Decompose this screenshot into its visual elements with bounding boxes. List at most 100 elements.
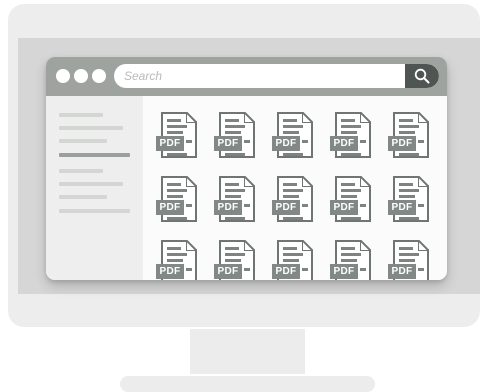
window-close-dot[interactable] [56,69,70,83]
pdf-file-icon[interactable]: PDF [156,176,200,226]
sidebar-item[interactable] [59,169,103,173]
search-input[interactable]: Search [114,64,439,88]
file-text-line [399,253,419,256]
file-text-line [167,183,181,186]
file-text-line [244,268,250,271]
file-text-line [283,189,303,192]
file-text-line [418,268,424,271]
page-fold-icon [186,112,197,123]
page-fold-icon [418,176,429,187]
file-text-line [225,183,239,186]
page-fold-icon [360,176,371,187]
page-fold-icon [360,240,371,251]
file-text-line [399,153,419,156]
file-text-line [225,153,245,156]
file-text-line [283,183,297,186]
file-text-line [283,125,303,128]
file-text-line [225,195,241,198]
window-minimize-dot[interactable] [74,69,88,83]
file-text-line [225,247,239,250]
page-fold-icon [302,240,313,251]
file-grid: PDF PDF PDF PDF PDF PDF PDF PDF PDF PDF PDF PDF PDF P… [143,96,447,280]
file-text-line [283,131,299,134]
file-text-line [399,259,415,262]
page-fold-icon [244,112,255,123]
pdf-file-icon[interactable]: PDF [330,176,374,226]
file-text-line [167,125,187,128]
file-text-line [283,153,303,156]
page-fold-icon [302,176,313,187]
file-text-line [341,195,357,198]
sidebar-item[interactable] [59,209,130,213]
pdf-file-icon[interactable]: PDF [388,240,432,280]
pdf-badge: PDF [214,264,242,279]
pdf-file-icon[interactable]: PDF [156,112,200,162]
file-text-line [341,259,357,262]
pdf-badge: PDF [330,200,358,215]
file-text-line [341,153,361,156]
sidebar-item[interactable] [59,113,103,117]
pdf-file-icon[interactable]: PDF [272,240,316,280]
sidebar-item[interactable] [59,126,123,130]
pdf-badge: PDF [272,264,300,279]
file-text-line [186,204,192,207]
file-text-line [167,259,183,262]
file-text-line [399,247,413,250]
file-text-line [167,195,183,198]
file-text-line [341,189,361,192]
file-text-line [283,247,297,250]
file-text-line [244,140,250,143]
sidebar-item-active[interactable] [59,153,130,157]
file-text-line [341,253,361,256]
pdf-file-icon[interactable]: PDF [156,240,200,280]
file-text-line [283,119,297,122]
file-text-line [167,189,187,192]
pdf-badge: PDF [272,200,300,215]
file-text-line [360,204,366,207]
page-fold-icon [302,112,313,123]
pdf-badge: PDF [214,200,242,215]
sidebar-item[interactable] [59,182,123,186]
file-text-line [225,125,245,128]
file-text-line [186,268,192,271]
file-text-line [283,259,299,262]
pdf-file-icon[interactable]: PDF [388,112,432,162]
file-text-line [302,140,308,143]
sidebar-item[interactable] [59,139,107,143]
window-maximize-dot[interactable] [92,69,106,83]
pdf-file-icon[interactable]: PDF [330,112,374,162]
pdf-badge: PDF [156,200,184,215]
file-text-line [225,131,241,134]
file-text-line [167,119,181,122]
pdf-badge: PDF [272,136,300,151]
page-fold-icon [418,240,429,251]
sidebar [46,96,143,280]
file-text-line [225,259,241,262]
file-browser-window: Search PDF PDF PDF PDF PDF PDF PDF PDF PDF PDF PDF… [46,57,447,280]
pdf-file-icon[interactable]: PDF [214,112,258,162]
file-text-line [186,140,192,143]
pdf-file-icon[interactable]: PDF [214,176,258,226]
file-text-line [341,131,357,134]
pdf-badge: PDF [214,136,242,151]
pdf-badge: PDF [156,264,184,279]
pdf-file-icon[interactable]: PDF [388,176,432,226]
pdf-badge: PDF [388,200,416,215]
magnifier-icon [414,68,430,84]
file-text-line [225,119,239,122]
pdf-file-icon[interactable]: PDF [330,240,374,280]
pdf-file-icon[interactable]: PDF [272,112,316,162]
file-text-line [341,217,361,220]
monitor-stand-neck [190,329,305,374]
file-text-line [302,268,308,271]
search-button[interactable] [405,64,439,88]
pdf-file-icon[interactable]: PDF [272,176,316,226]
file-text-line [399,119,413,122]
sidebar-item[interactable] [59,195,107,199]
page-fold-icon [360,112,371,123]
file-text-line [418,140,424,143]
file-text-line [302,204,308,207]
pdf-file-icon[interactable]: PDF [214,240,258,280]
file-text-line [244,204,250,207]
file-text-line [360,140,366,143]
